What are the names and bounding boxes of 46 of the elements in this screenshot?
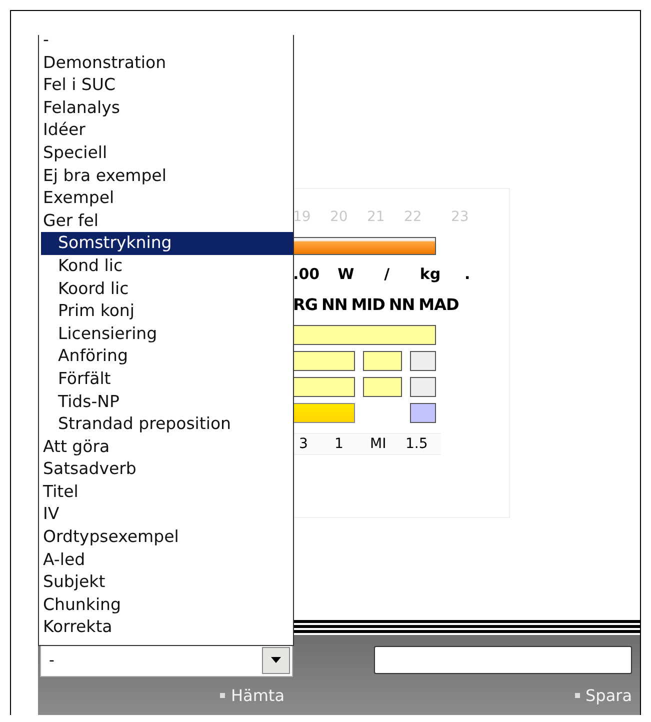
list-option[interactable]: Licensiering — [41, 322, 293, 346]
list-option[interactable]: Kond lic — [41, 254, 293, 278]
list-option[interactable]: A-led — [39, 548, 293, 572]
list-option[interactable]: Förfält — [41, 368, 293, 390]
category-select[interactable]: - — [40, 644, 293, 676]
input-field[interactable] — [374, 646, 632, 674]
value-text: 3 — [299, 436, 309, 452]
list-option[interactable]: Chunking — [39, 594, 293, 616]
list-option[interactable]: Prim konj — [41, 300, 293, 323]
list-option[interactable]: Satsadverb — [39, 458, 293, 481]
value-text: MI — [370, 436, 388, 452]
unit-text: .00 — [293, 265, 321, 285]
list-option[interactable]: Exempel — [39, 187, 293, 210]
list-option[interactable]: Felanalys — [39, 96, 293, 120]
list-option[interactable]: Somstrykning — [41, 232, 293, 255]
tag-label: RG — [293, 295, 318, 316]
tag-label: NN — [388, 295, 415, 316]
bullet-icon — [220, 693, 225, 698]
value-text: 1.5 — [406, 436, 429, 452]
list-option[interactable]: Titel — [39, 480, 293, 504]
list-option[interactable]: - — [39, 35, 293, 52]
unit-text: . — [464, 265, 472, 285]
tag-label: NN — [321, 295, 348, 316]
unit-text: W — [338, 265, 356, 285]
list-option[interactable]: Anföring — [41, 345, 293, 368]
bullet-icon — [574, 693, 580, 698]
list-option[interactable]: Tids-NP — [41, 390, 293, 414]
tag-label: MID — [351, 295, 385, 316]
unit-text: kg — [420, 265, 442, 285]
list-option[interactable]: Ger fel — [39, 210, 293, 232]
caret-icon[interactable] — [262, 646, 290, 674]
list-option[interactable]: Ej bra exempel — [39, 164, 293, 188]
list-option[interactable]: Att göra — [39, 436, 293, 458]
list-option[interactable]: Korrekta — [39, 616, 293, 640]
unit-text: / — [384, 265, 391, 285]
value-text: 1 — [334, 436, 344, 452]
list-option[interactable]: Fel i SUC — [39, 74, 293, 97]
tag-label: MAD — [418, 295, 459, 316]
list-option[interactable]: Koord lic — [41, 278, 293, 300]
list-option[interactable]: IV — [39, 503, 293, 526]
list-option[interactable]: Speciell — [39, 142, 293, 165]
list-option[interactable]: Subjekt — [39, 571, 293, 594]
list-option[interactable]: Ordtypsexempel — [39, 526, 293, 549]
list-option[interactable]: Strandad preposition — [41, 413, 293, 436]
list-option[interactable]: Demonstration — [39, 52, 293, 74]
list-option[interactable]: Idéer — [39, 119, 293, 142]
